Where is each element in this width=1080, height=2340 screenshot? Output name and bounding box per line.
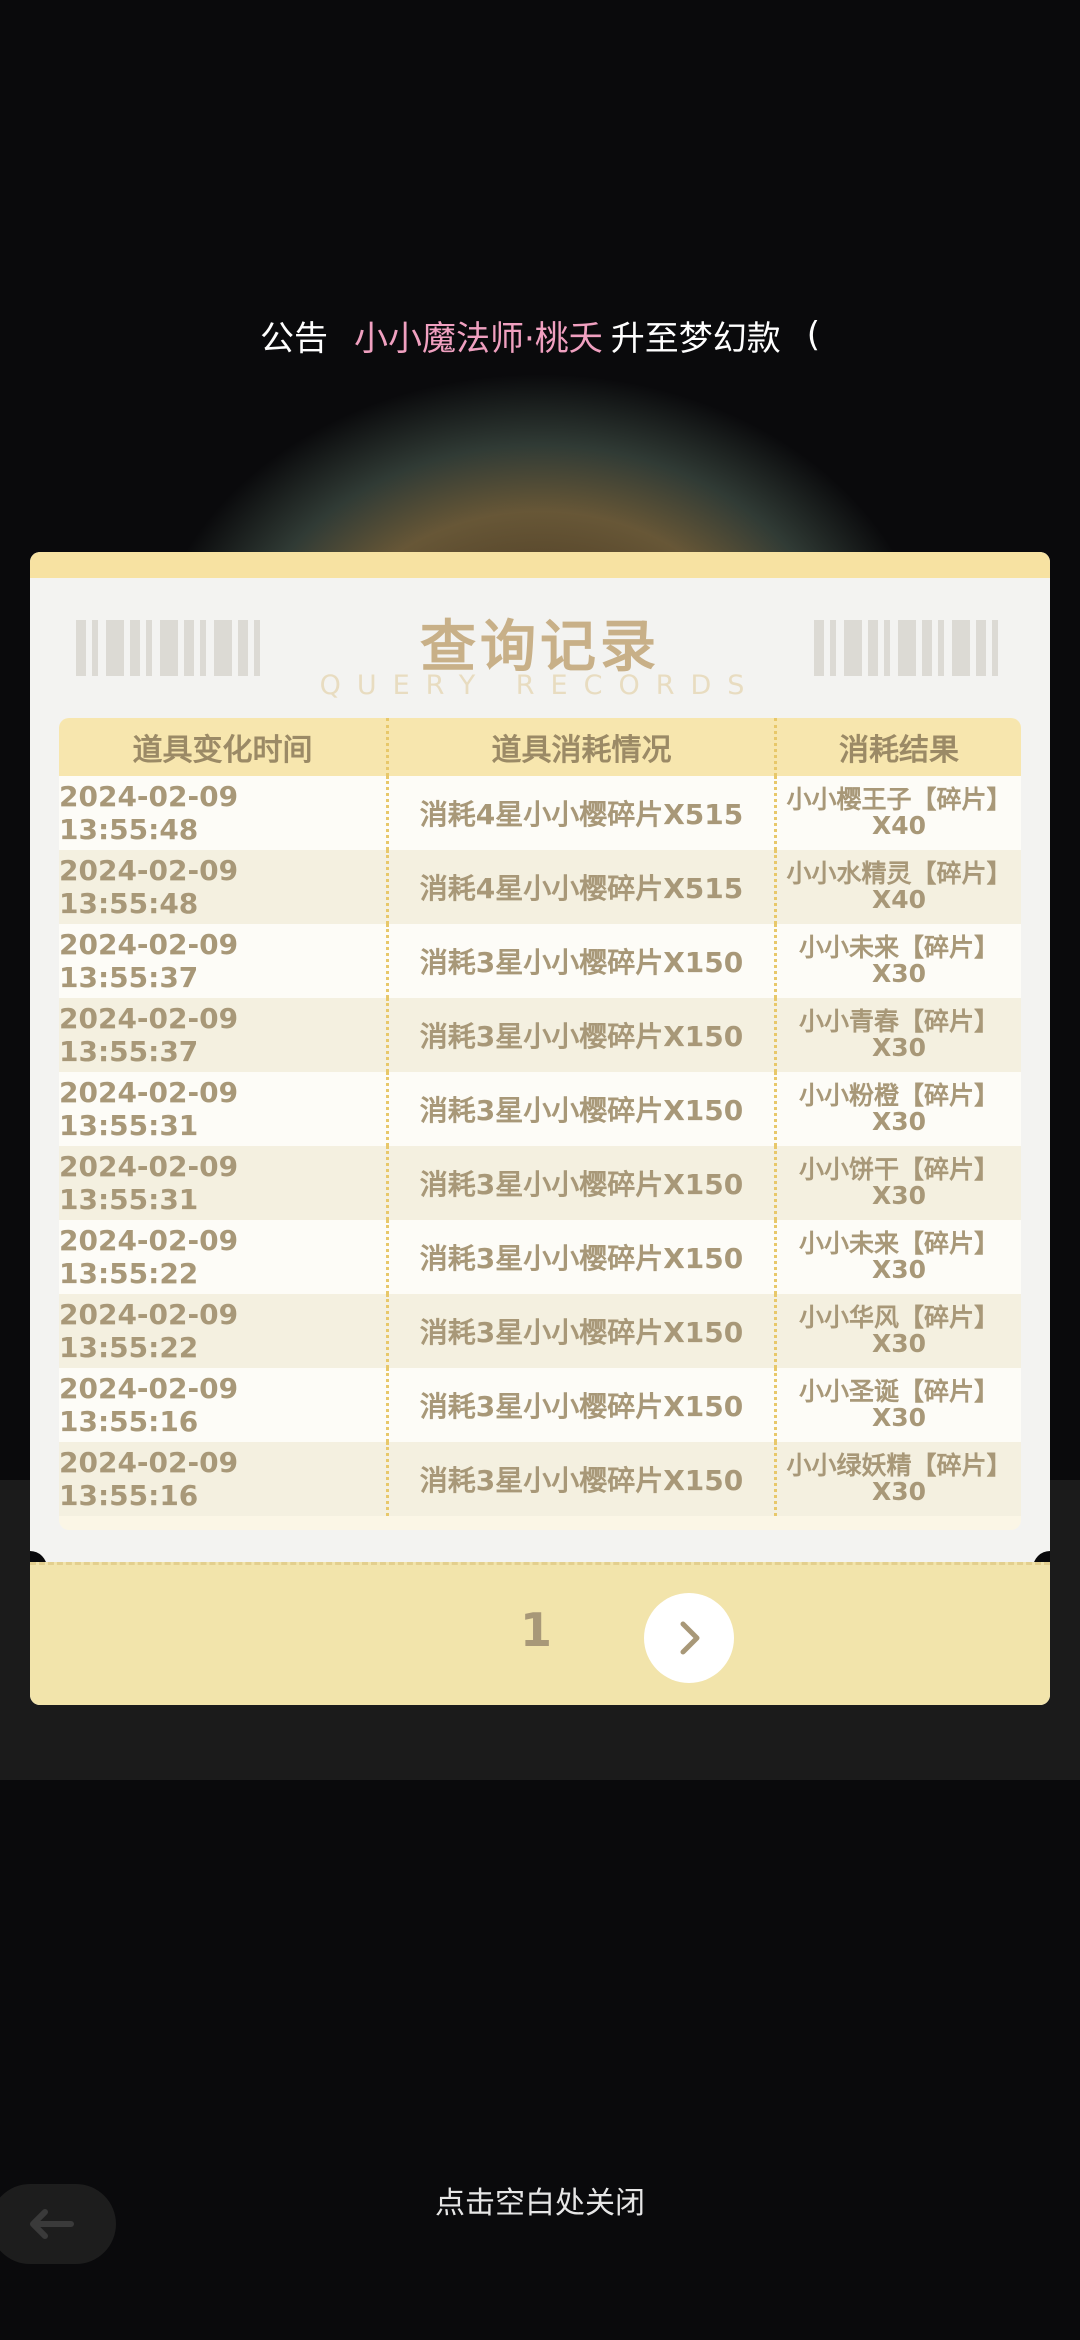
- table-row: 2024-02-09 13:55:31 消耗3星小小樱碎片X150 小小粉橙【碎片】…: [59, 1072, 1021, 1146]
- row-consume: 消耗3星小小樱碎片X150: [389, 1294, 777, 1368]
- row-consume: 消耗3星小小樱碎片X150: [389, 1146, 777, 1220]
- row-result: 小小华风【碎片】X30: [798, 1303, 999, 1358]
- table-row: 2024-02-09 13:55:37 消耗3星小小樱碎片X150 小小未来【碎片】…: [59, 924, 1021, 998]
- next-page-button[interactable]: [644, 1593, 734, 1683]
- row-time: 2024-02-09 13:55:16: [59, 1442, 389, 1516]
- column-header-time: 道具变化时间: [59, 718, 389, 776]
- dialog-top-strip: [30, 552, 1050, 578]
- table-row: 2024-02-09 13:55:22 消耗3星小小樱碎片X150 小小华风【碎片】…: [59, 1294, 1021, 1368]
- announcement-trailing: (: [806, 315, 821, 355]
- row-time: 2024-02-09 13:55:48: [59, 850, 389, 924]
- row-consume: 消耗3星小小樱碎片X150: [389, 1072, 777, 1146]
- query-records-dialog: 查询记录 QUERY RECORDS 道具变化时间 道具消耗情况 消耗结果 20…: [30, 552, 1050, 1705]
- table-row: 2024-02-09 13:55:31 消耗3星小小樱碎片X150 小小饼干【碎片】…: [59, 1146, 1021, 1220]
- close-hint[interactable]: 点击空白处关闭: [0, 2178, 1080, 2222]
- dialog-subtitle: QUERY RECORDS: [319, 670, 761, 701]
- row-consume: 消耗3星小小樱碎片X150: [389, 924, 777, 998]
- row-time: 2024-02-09 13:55:31: [59, 1146, 389, 1220]
- row-result: 小小饼干【碎片】X30: [798, 1155, 999, 1210]
- row-result: 小小青春【碎片】X30: [798, 1007, 999, 1062]
- row-consume: 消耗3星小小樱碎片X150: [389, 998, 777, 1072]
- row-result: 小小未来【碎片】X30: [798, 933, 999, 988]
- pagination-bar: 1: [30, 1562, 1050, 1705]
- row-consume: 消耗3星小小樱碎片X150: [389, 1220, 777, 1294]
- row-consume: 消耗4星小小樱碎片X515: [389, 776, 777, 850]
- table-row: 2024-02-09 13:55:22 消耗3星小小樱碎片X150 小小未来【碎片】…: [59, 1220, 1021, 1294]
- row-consume: 消耗4星小小樱碎片X515: [389, 850, 777, 924]
- row-time: 2024-02-09 13:55:48: [59, 776, 389, 850]
- row-result: 小小樱王子【碎片】X40: [786, 785, 1012, 840]
- table-body: 2024-02-09 13:55:48 消耗4星小小樱碎片X515 小小樱王子【碎片…: [59, 776, 1021, 1516]
- table-row: 2024-02-09 13:55:37 消耗3星小小樱碎片X150 小小青春【碎片】…: [59, 998, 1021, 1072]
- row-result: 小小圣诞【碎片】X30: [798, 1377, 999, 1432]
- row-time: 2024-02-09 13:55:22: [59, 1294, 389, 1368]
- row-time: 2024-02-09 13:55:37: [59, 924, 389, 998]
- row-consume: 消耗3星小小樱碎片X150: [389, 1442, 777, 1516]
- row-result: 小小粉橙【碎片】X30: [798, 1081, 999, 1136]
- announcement-text: 升至梦幻款: [610, 318, 781, 359]
- chevron-right-icon: [680, 1621, 700, 1655]
- column-header-result: 消耗结果: [839, 733, 959, 768]
- announcement-bar: 公告 小小魔法师·桃夭 升至梦幻款 (: [0, 300, 1080, 370]
- announcement-label: 公告: [259, 318, 328, 359]
- table-header: 道具变化时间 道具消耗情况 消耗结果: [59, 718, 1021, 776]
- table-row: 2024-02-09 13:55:16 消耗3星小小樱碎片X150 小小圣诞【碎片】…: [59, 1368, 1021, 1442]
- announcement-highlight: 小小魔法师·桃夭: [353, 318, 603, 359]
- records-table: 道具变化时间 道具消耗情况 消耗结果 2024-02-09 13:55:48 消耗…: [59, 718, 1021, 1530]
- table-row: 2024-02-09 13:55:48 消耗4星小小樱碎片X515 小小樱王子【碎片…: [59, 776, 1021, 850]
- row-time: 2024-02-09 13:55:37: [59, 998, 389, 1072]
- page-number: 1: [520, 1603, 553, 1657]
- row-result: 小小绿妖精【碎片】X30: [786, 1451, 1012, 1506]
- table-row: 2024-02-09 13:55:16 消耗3星小小樱碎片X150 小小绿妖精【碎片…: [59, 1442, 1021, 1516]
- table-row: 2024-02-09 13:55:48 消耗4星小小樱碎片X515 小小水精灵【碎片…: [59, 850, 1021, 924]
- row-result: 小小未来【碎片】X30: [798, 1229, 999, 1284]
- row-consume: 消耗3星小小樱碎片X150: [389, 1368, 777, 1442]
- row-time: 2024-02-09 13:55:22: [59, 1220, 389, 1294]
- row-result: 小小水精灵【碎片】X40: [786, 859, 1012, 914]
- column-header-consume: 道具消耗情况: [389, 718, 777, 776]
- row-time: 2024-02-09 13:55:16: [59, 1368, 389, 1442]
- row-time: 2024-02-09 13:55:31: [59, 1072, 389, 1146]
